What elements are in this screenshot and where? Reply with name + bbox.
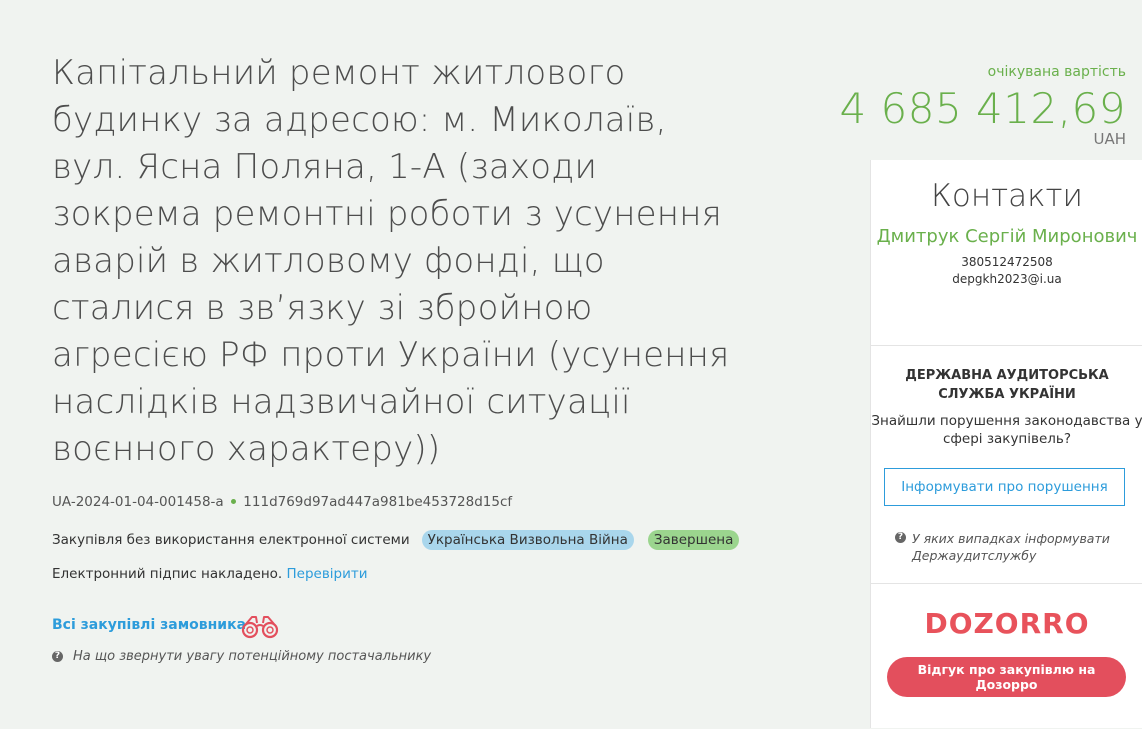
supplier-hint-row[interactable]: ? На що звернути увагу потенційному пост… — [52, 649, 431, 664]
price-currency: UAH — [1093, 130, 1126, 148]
tender-title: Капітальний ремонт житлового будинку за … — [52, 53, 730, 469]
dozorro-logo[interactable]: DOZORRO — [871, 584, 1142, 644]
question-icon: ? — [52, 651, 63, 662]
contact-email: depgkh2023@i.ua — [952, 272, 1062, 286]
separator-dot-icon — [231, 498, 236, 504]
contacts-heading: Контакти — [931, 178, 1083, 214]
contacts-panel: Контакти Дмитрук Сергій Миронович 380512… — [871, 160, 1142, 346]
tag-badge: Українська Визвольна Війна — [421, 530, 634, 550]
signature-check-link[interactable]: Перевірити — [287, 566, 368, 582]
sidebar: Контакти Дмитрук Сергій Миронович 380512… — [870, 160, 1142, 728]
supplier-hint-text[interactable]: На що звернути увагу потенційному постач… — [73, 649, 431, 664]
contact-phone: 380512472508 — [961, 255, 1053, 269]
procedure-type: Закупівля без використання електронної с… — [52, 532, 410, 548]
tender-id: UA-2024-01-04-001458-a — [52, 494, 224, 510]
all-purchases-link[interactable]: Всі закупівлі замовника — [52, 617, 246, 633]
audit-hint-text[interactable]: У яких випадках інформувати Держаудитслу… — [912, 530, 1125, 564]
expected-price-value: 4 685 412,69 — [839, 84, 1126, 133]
tender-hash: 111d769d97ad447a981be453728d15cf — [243, 494, 513, 510]
tender-identifiers: UA-2024-01-04-001458-a 111d769d97ad447a9… — [52, 494, 512, 510]
report-violation-button[interactable]: Інформувати про порушення — [884, 468, 1125, 506]
dozorro-review-button[interactable]: Відгук про закупівлю на Дозорро — [887, 657, 1126, 697]
signature-text: Електронний підпис накладено. — [52, 566, 283, 582]
procedure-row: Закупівля без використання електронної с… — [52, 530, 740, 550]
signature-row: Електронний підпис накладено. Перевірити — [52, 566, 368, 582]
expected-price-label: очікувана вартість — [987, 64, 1126, 80]
contact-name: Дмитрук Сергій Миронович — [876, 226, 1138, 247]
audit-hint-row[interactable]: ? У яких випадках інформувати Держаудитс… — [895, 530, 1125, 564]
dozorro-panel: DOZORRO Відгук про закупівлю на Дозорро — [871, 584, 1142, 729]
binoculars-icon[interactable] — [238, 614, 282, 640]
audit-service-title: ДЕРЖАВНА АУДИТОРСЬКА СЛУЖБА УКРАЇНИ — [905, 368, 1109, 402]
audit-service-question: Знайшли порушення законодавства у сфері … — [871, 413, 1142, 447]
question-icon: ? — [895, 532, 906, 543]
status-badge: Завершена — [647, 530, 740, 550]
audit-service-panel: ДЕРЖАВНА АУДИТОРСЬКА СЛУЖБА УКРАЇНИ Знай… — [871, 346, 1142, 584]
